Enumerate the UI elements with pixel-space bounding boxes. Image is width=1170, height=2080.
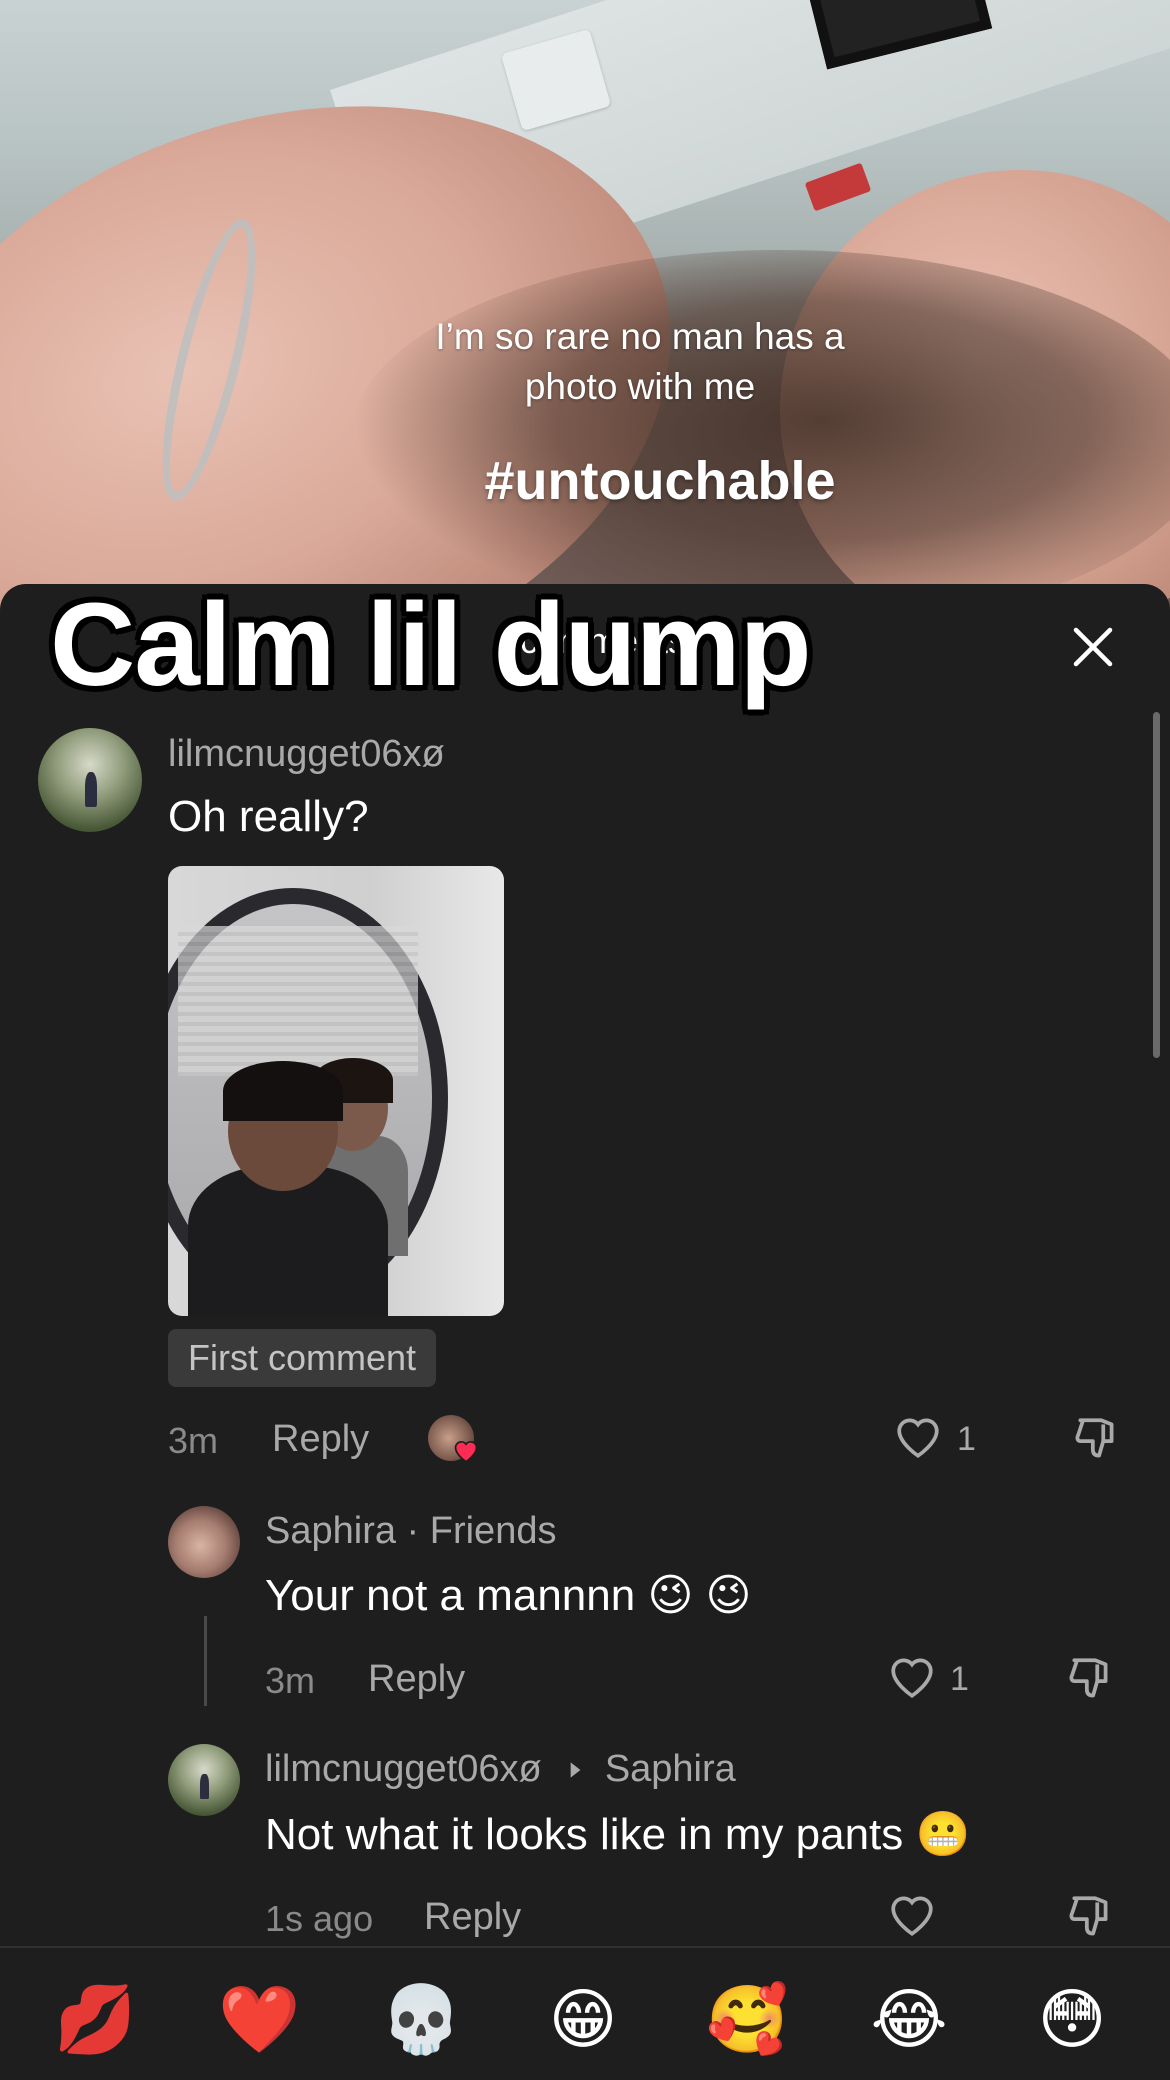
thumbs-down-icon (1069, 1896, 1108, 1936)
emoji-skull[interactable]: 💀 (380, 1980, 462, 2060)
first-comment-badge: First comment (168, 1329, 437, 1387)
caret-right-icon (570, 1762, 581, 1778)
like-button[interactable] (887, 1892, 937, 1938)
reply-button[interactable]: Reply (272, 1418, 369, 1461)
creator-reaction (428, 1415, 478, 1465)
dislike-button[interactable] (1066, 1654, 1116, 1704)
scrollbar[interactable] (1153, 712, 1160, 1058)
like-count: 1 (950, 1660, 969, 1698)
comment-text: Your not a mannnn 😉 😉 (265, 1571, 752, 1620)
comment-time: 3m (168, 1420, 219, 1461)
reply-author: lilmcnugget06xø (265, 1748, 542, 1790)
comment-username[interactable]: Saphira · Friends (265, 1510, 556, 1553)
close-icon (1073, 627, 1113, 667)
video-background[interactable]: I’m so rare no man has a photo with me #… (0, 0, 1170, 620)
video-hashtag[interactable]: #untouchable (420, 450, 900, 512)
comment-username[interactable]: lilmcnugget06xø (168, 733, 445, 776)
like-button[interactable] (887, 1654, 937, 1700)
window-blinds (178, 926, 418, 1076)
close-button[interactable] (1068, 622, 1118, 672)
thumbs-down-icon (1069, 1658, 1108, 1698)
avatar[interactable] (168, 1506, 240, 1578)
dislike-button[interactable] (1072, 1414, 1122, 1464)
dislike-button[interactable] (1066, 1892, 1116, 1942)
like-button[interactable] (893, 1414, 943, 1460)
emoji-red-heart[interactable]: ❤️ (218, 1980, 300, 2060)
emoji-flushed[interactable]: 😳 (1032, 1980, 1112, 2060)
comment-text: Not what it looks like in my pants 😬 (265, 1810, 971, 1859)
heart-outline-icon (891, 1896, 933, 1937)
red-tag (804, 162, 872, 212)
reply-target[interactable]: Saphira (605, 1748, 736, 1790)
person-hair (223, 1061, 343, 1121)
emoji-smiling-hearts[interactable]: 🥰 (706, 1980, 788, 2060)
reply-button[interactable]: Reply (368, 1658, 465, 1701)
caption-line-2: photo with me (524, 366, 756, 407)
comment-time: 1s ago (265, 1898, 374, 1939)
thumbs-down-icon (1075, 1418, 1114, 1458)
heart-outline-icon (891, 1658, 933, 1699)
heart-icon (454, 1440, 478, 1463)
comment-text: Oh really? (168, 792, 369, 841)
video-caption: I’m so rare no man has a photo with me (300, 312, 980, 412)
emoji-tears-of-joy[interactable]: 😂 (869, 1980, 949, 2060)
avatar-figure (84, 771, 98, 808)
avatar[interactable] (168, 1744, 240, 1816)
heart-outline-icon (897, 1418, 939, 1459)
caption-line-1: I’m so rare no man has a (435, 316, 845, 357)
like-count: 1 (957, 1420, 976, 1458)
reply-button[interactable]: Reply (424, 1896, 521, 1939)
thread-line (204, 1616, 207, 1706)
avatar-figure (200, 1774, 210, 1799)
comment-username[interactable]: lilmcnugget06xø Saphira (265, 1748, 736, 1791)
emoji-kiss-lips[interactable]: 💋 (54, 1980, 136, 2060)
comment-photo[interactable] (168, 866, 504, 1316)
overlay-text: Calm lil dump (50, 579, 812, 711)
avatar[interactable] (38, 728, 142, 832)
emoji-grin[interactable]: 😁 (543, 1980, 623, 2060)
comment-time: 3m (265, 1660, 316, 1701)
